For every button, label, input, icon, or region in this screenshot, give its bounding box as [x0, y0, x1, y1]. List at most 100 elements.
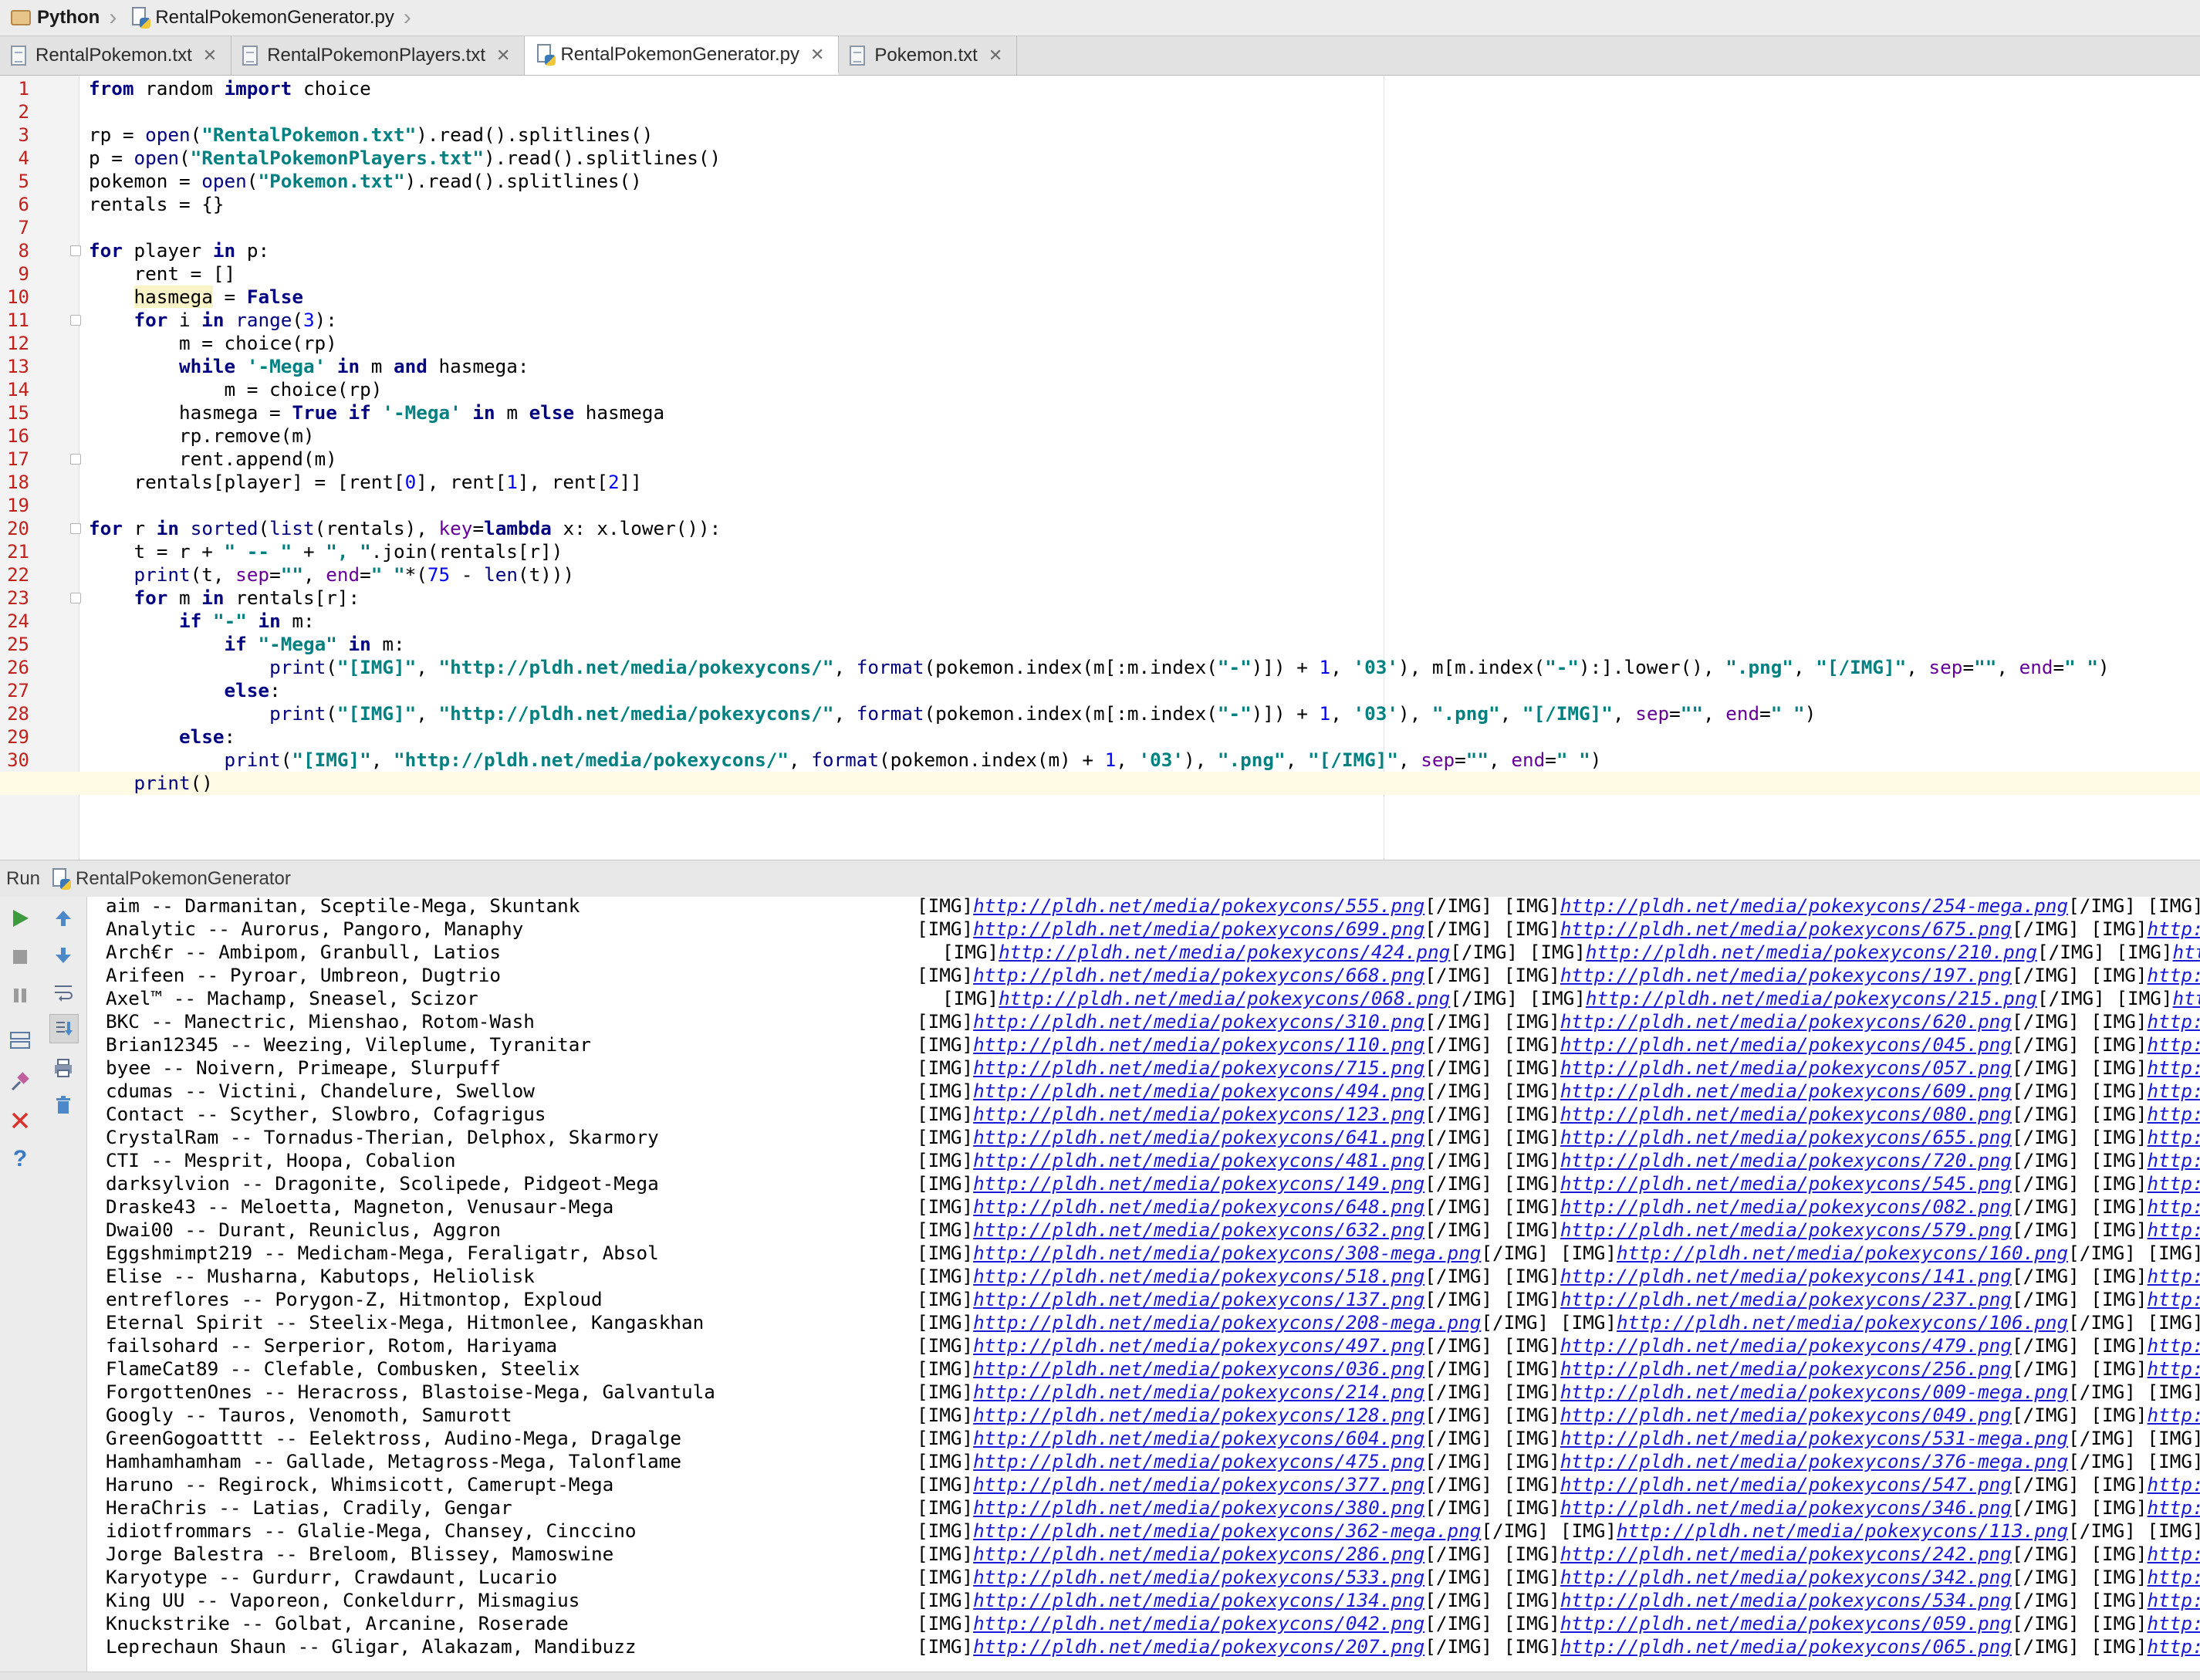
image-url-link[interactable]: http://pldh.net/media/pokexycons/009-meg… — [1560, 1381, 2068, 1403]
image-url-link[interactable]: http://pldh.net/media/pokexycons/638.png — [2148, 1149, 2200, 1171]
image-url-link[interactable]: http://pldh.net/media/pokexycons/128.png — [973, 1404, 1424, 1426]
image-url-link[interactable]: http://pldh.net/media/pokexycons/210.png — [1586, 941, 2037, 963]
image-url-link[interactable]: http://pldh.net/media/pokexycons/473.png — [2148, 1543, 2200, 1565]
image-url-link[interactable]: http://pldh.net/media/pokexycons/248.png — [2148, 1033, 2200, 1056]
image-url-link[interactable]: http://pldh.net/media/pokexycons/490.png — [2148, 918, 2200, 940]
tab-rentalpokemonplayers-txt[interactable]: RentalPokemonPlayers.txt ✕ — [231, 36, 525, 75]
image-url-link[interactable]: http://pldh.net/media/pokexycons/346.png — [1560, 1496, 2012, 1519]
image-url-link[interactable]: http://pldh.net/media/pokexycons/123.png — [973, 1103, 1424, 1125]
image-url-link[interactable]: http://pldh.net/media/pokexycons/065.png — [1560, 1635, 2012, 1658]
image-url-link[interactable]: http://pldh.net/media/pokexycons/376-meg… — [1560, 1450, 2068, 1472]
image-url-link[interactable]: http://pldh.net/media/pokexycons/310.png — [973, 1010, 1424, 1033]
image-url-link[interactable]: http://pldh.net/media/pokexycons/323-meg… — [2148, 1473, 2200, 1496]
image-url-link[interactable]: http://pldh.net/media/pokexycons/648.png — [973, 1195, 1424, 1218]
image-url-link[interactable]: http://pldh.net/media/pokexycons/277.png — [2148, 1080, 2200, 1102]
close-icon[interactable]: ✕ — [988, 46, 1002, 66]
image-url-link[interactable]: http://pldh.net/media/pokexycons/242.png — [1560, 1543, 2012, 1565]
image-url-link[interactable]: http://pldh.net/media/pokexycons/308-meg… — [973, 1242, 1481, 1264]
image-url-link[interactable]: http://pldh.net/media/pokexycons/134.png — [973, 1589, 1424, 1611]
up-arrow-icon[interactable] — [49, 904, 77, 932]
breadcrumb-project[interactable]: Python — [0, 0, 106, 35]
image-url-link[interactable]: http://pldh.net/media/pokexycons/630.png — [2148, 1635, 2200, 1658]
image-url-link[interactable]: http://pldh.net/media/pokexycons/342.png — [1560, 1566, 2012, 1588]
image-url-link[interactable]: http://pldh.net/media/pokexycons/563.png — [2148, 1103, 2200, 1125]
image-url-link[interactable]: http://pldh.net/media/pokexycons/160.png — [1617, 1242, 2068, 1264]
image-url-link[interactable]: http://pldh.net/media/pokexycons/377.png — [973, 1473, 1424, 1496]
image-url-link[interactable]: http://pldh.net/media/pokexycons/641.png — [973, 1126, 1424, 1148]
image-url-link[interactable]: http://pldh.net/media/pokexycons/137.png — [973, 1288, 1424, 1310]
print-icon[interactable] — [49, 1054, 77, 1082]
image-url-link[interactable]: http://pldh.net/media/pokexycons/699.png — [973, 918, 1424, 940]
image-url-link[interactable]: http://pldh.net/media/pokexycons/604.png — [973, 1427, 1424, 1449]
tab-pokemon-txt[interactable]: Pokemon.txt ✕ — [839, 36, 1018, 75]
image-url-link[interactable]: http://pldh.net/media/pokexycons/042.png — [973, 1612, 1424, 1634]
image-url-link[interactable]: http://pldh.net/media/pokexycons/227.png — [2148, 1126, 2200, 1148]
soft-wrap-icon[interactable] — [49, 979, 77, 1006]
close-icon[interactable]: ✕ — [203, 46, 217, 66]
image-url-link[interactable]: http://pldh.net/media/pokexycons/113.png — [1617, 1519, 2068, 1542]
tab-rentalpokemongenerator-py[interactable]: RentalPokemonGenerator.py ✕ — [525, 36, 840, 75]
image-url-link[interactable]: http://pldh.net/media/pokexycons/547.png — [1560, 1473, 2012, 1496]
code-editor[interactable]: 1 2 3 4 5 6 7 8 9 10 11 12 13 14 15 16 17 18 19 20 21 22 23 24 2… — [0, 76, 2200, 860]
image-url-link[interactable]: http://pldh.net/media/pokexycons/497.png — [973, 1334, 1424, 1357]
image-url-link[interactable]: http://pldh.net/media/pokexycons/237.png — [1560, 1288, 2012, 1310]
image-url-link[interactable]: http://pldh.net/media/pokexycons/057.png — [1560, 1056, 2012, 1079]
image-url-link[interactable]: http://pldh.net/media/pokexycons/208.png — [2148, 1357, 2200, 1380]
image-url-link[interactable]: http://pldh.net/media/pokexycons/003-meg… — [2148, 1195, 2200, 1218]
image-url-link[interactable]: http://pldh.net/media/pokexycons/036.png — [973, 1357, 1424, 1380]
image-url-link[interactable]: http://pldh.net/media/pokexycons/475.png — [973, 1450, 1424, 1472]
down-arrow-icon[interactable] — [49, 941, 77, 969]
image-url-link[interactable]: http://pldh.net/media/pokexycons/503.png — [2148, 1404, 2200, 1426]
image-url-link[interactable]: http://pldh.net/media/pokexycons/059.png — [1560, 1612, 2012, 1634]
image-url-link[interactable]: http://pldh.net/media/pokexycons/715.png — [973, 1056, 1424, 1079]
image-url-link[interactable]: http://pldh.net/media/pokexycons/197.png — [1560, 964, 2012, 986]
fold-marker-icon[interactable] — [70, 593, 81, 603]
image-url-link[interactable]: http://pldh.net/media/pokexycons/286.png — [973, 1543, 1424, 1565]
pin-icon[interactable] — [6, 1068, 34, 1096]
image-url-link[interactable]: http://pldh.net/media/pokexycons/685.png — [2148, 1056, 2200, 1079]
close-icon[interactable]: ✕ — [496, 46, 510, 66]
image-url-link[interactable]: http://pldh.net/media/pokexycons/141.png — [1560, 1265, 2012, 1287]
image-url-link[interactable]: http://pldh.net/media/pokexycons/045.png — [1560, 1033, 2012, 1056]
fold-marker-icon[interactable] — [70, 454, 81, 465]
breadcrumb-file[interactable]: RentalPokemonGenerator.py — [120, 0, 400, 35]
image-url-link[interactable]: http://pldh.net/media/pokexycons/479-was… — [2148, 1010, 2200, 1033]
image-url-link[interactable]: http://pldh.net/media/pokexycons/215.png — [1586, 987, 2037, 1009]
image-url-link[interactable]: http://pldh.net/media/pokexycons/720.png — [1560, 1149, 2012, 1171]
image-url-link[interactable]: http://pldh.net/media/pokexycons/214.png — [973, 1381, 1424, 1403]
image-url-link[interactable]: http://pldh.net/media/pokexycons/534.png — [1560, 1589, 2012, 1611]
image-url-link[interactable]: http://pldh.net/media/pokexycons/620.png — [1560, 1010, 2012, 1033]
layout-icon[interactable] — [6, 1026, 34, 1054]
image-url-link[interactable]: http://pldh.net/media/pokexycons/555.png — [973, 897, 1424, 917]
image-url-link[interactable]: http://pldh.net/media/pokexycons/306.png — [2148, 1219, 2200, 1241]
image-url-link[interactable]: http://pldh.net/media/pokexycons/049.png — [1560, 1404, 2012, 1426]
image-url-link[interactable]: http://pldh.net/media/pokexycons/609.png — [1560, 1080, 2012, 1102]
image-url-link[interactable]: http://pldh.net/media/pokexycons/481.png — [973, 1149, 1424, 1171]
stop-icon[interactable] — [6, 943, 34, 971]
image-url-link[interactable]: http://pldh.net/media/pokexycons/110.png — [973, 1033, 1424, 1056]
run-console-output[interactable]: aim -- Darmanitan, Sceptile-Mega, Skunta… — [87, 897, 2200, 1672]
image-url-link[interactable]: http://pldh.net/media/pokexycons/407.png — [2148, 1612, 2200, 1634]
fold-marker-icon[interactable] — [70, 245, 81, 256]
image-url-link[interactable]: http://pldh.net/media/pokexycons/082.png — [1560, 1195, 2012, 1218]
image-url-link[interactable]: http://pldh.net/media/pokexycons/106.png — [1617, 1311, 2068, 1334]
image-url-link[interactable]: http://pldh.net/media/pokexycons/212.png — [2173, 987, 2200, 1009]
image-url-link[interactable]: http://pldh.net/media/pokexycons/381.png — [2173, 941, 2200, 963]
image-url-link[interactable]: http://pldh.net/media/pokexycons/094.png — [2148, 1496, 2200, 1519]
image-url-link[interactable]: http://pldh.net/media/pokexycons/518.png — [973, 1265, 1424, 1287]
image-url-link[interactable]: http://pldh.net/media/pokexycons/668.png — [973, 964, 1424, 986]
code-area[interactable]: from random import choice rp = open("Rent… — [0, 76, 2200, 860]
image-url-link[interactable]: http://pldh.net/media/pokexycons/207.png — [973, 1635, 1424, 1658]
image-url-link[interactable]: http://pldh.net/media/pokexycons/448.png — [2148, 1566, 2200, 1588]
image-url-link[interactable]: http://pldh.net/media/pokexycons/632.png — [973, 1219, 1424, 1241]
image-url-link[interactable]: http://pldh.net/media/pokexycons/479.png — [1560, 1334, 2012, 1357]
image-url-link[interactable]: http://pldh.net/media/pokexycons/494.png — [973, 1080, 1424, 1102]
image-url-link[interactable]: http://pldh.net/media/pokexycons/531-meg… — [1560, 1427, 2068, 1449]
image-url-link[interactable]: http://pldh.net/media/pokexycons/297.png — [2148, 1334, 2200, 1357]
fold-marker-icon[interactable] — [70, 523, 81, 534]
image-url-link[interactable]: http://pldh.net/media/pokexycons/295.png — [2148, 1288, 2200, 1310]
image-url-link[interactable]: http://pldh.net/media/pokexycons/080.png — [1560, 1103, 2012, 1125]
image-url-link[interactable]: http://pldh.net/media/pokexycons/051.png — [2148, 964, 2200, 986]
scroll-to-end-icon[interactable] — [49, 1014, 79, 1043]
image-url-link[interactable]: http://pldh.net/media/pokexycons/068.png — [999, 987, 1450, 1009]
